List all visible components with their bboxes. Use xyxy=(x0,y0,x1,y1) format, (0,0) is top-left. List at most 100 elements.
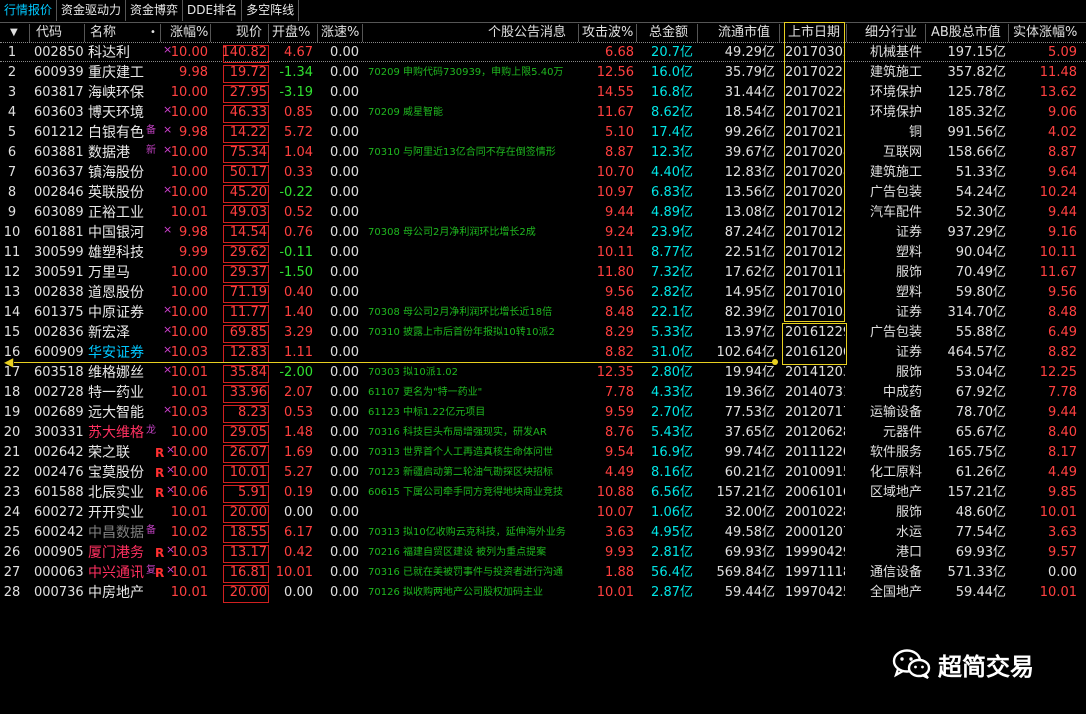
table-row[interactable]: 27 000063 中兴通讯复 R × 10.01 16.81 10.01 0.00 70316 … xyxy=(0,563,1086,583)
table-row[interactable]: 21 002642 荣之联 R × 10.00 26.07 1.69 0.00 70313 世界首… xyxy=(0,443,1086,463)
table-row[interactable]: 22 002476 宝莫股份 R × 10.00 10.01 5.27 0.00 70123 新疆… xyxy=(0,463,1086,483)
attack-wave: 9.44 xyxy=(605,205,634,220)
real-change: 10.01 xyxy=(1039,585,1077,600)
table-row[interactable]: 20 300331 苏大维格龙 10.00 29.05 1.48 0.00 70316 科技巨… xyxy=(0,423,1086,443)
table-row[interactable]: 16 600909 华安证券 × 10.03 12.83 1.11 0.00 8.82 31.0亿… xyxy=(0,343,1086,363)
list-date: 19970425 xyxy=(785,585,845,600)
change-pct: 10.01 xyxy=(170,505,208,520)
header-float-cap[interactable]: 流通市值 xyxy=(718,24,770,42)
table-row[interactable]: 3 603817 海峡环保 10.00 27.95 -3.19 0.00 14.55 16.8亿… xyxy=(0,83,1086,103)
header-change-pct[interactable]: 涨幅% xyxy=(170,24,208,42)
speed-pct: 0.00 xyxy=(330,65,359,80)
header-speed-pct[interactable]: 涨速% xyxy=(321,24,359,42)
table-row[interactable]: 4 603603 博天环境 × 10.00 46.33 0.85 0.00 70209 威星智能… xyxy=(0,103,1086,123)
stock-code: 603603 xyxy=(34,105,84,120)
ab-cap: 55.88亿 xyxy=(955,325,1006,340)
industry: 化工原料 xyxy=(869,465,922,480)
header-news[interactable]: 个股公告消息 xyxy=(488,24,566,42)
industry: 互联网 xyxy=(882,145,922,160)
table-row[interactable]: 24 600272 开开实业 10.01 20.00 0.00 0.00 10.07 1.06亿… xyxy=(0,503,1086,523)
open-pct: 1.69 xyxy=(284,445,313,460)
news-text[interactable] xyxy=(368,203,576,223)
table-row[interactable]: 17 603518 维格娜丝 × 10.01 35.84 -2.00 0.00 70303 拟1… xyxy=(0,363,1086,383)
float-cap: 49.58亿 xyxy=(724,525,775,540)
table-row[interactable]: 19 002689 远大智能 × 10.03 8.23 0.53 0.00 61123 中标1.… xyxy=(0,403,1086,423)
news-text[interactable]: 70126 拟收购两地产公司股权加码主业 xyxy=(368,583,576,603)
header-amount[interactable]: 总金额 xyxy=(649,24,688,42)
table-row[interactable]: 5 601212 白银有色备 × 9.98 14.22 5.72 0.00 5.10 17.4亿 9… xyxy=(0,123,1086,143)
tab-capital-drive[interactable]: 资金驱动力 xyxy=(57,0,127,21)
total-amount: 2.80亿 xyxy=(651,365,693,380)
table-row[interactable]: 15 002836 新宏泽 × 10.00 69.85 3.29 0.00 70310 披露上市… xyxy=(0,323,1086,343)
price: 46.33 xyxy=(229,105,267,120)
table-row[interactable]: 23 601588 北辰实业 R × 10.06 5.91 0.19 0.00 60615 下属公… xyxy=(0,483,1086,503)
sort-down-icon[interactable]: ▼ xyxy=(10,24,18,42)
table-row[interactable]: 11 300599 雄塑科技 9.99 29.62 -0.11 0.00 10.11 8.77亿… xyxy=(0,243,1086,263)
header-code[interactable]: 代码 xyxy=(36,24,62,42)
news-text[interactable] xyxy=(368,503,576,523)
news-text[interactable]: 70209 威星智能 xyxy=(368,103,576,123)
news-text[interactable]: 70310 与阿里近13亿合同不存在倒签情形 xyxy=(368,143,576,163)
row-index: 27 xyxy=(3,565,21,580)
news-text[interactable]: 70313 拟10亿收购云克科技，延伸海外业务 xyxy=(368,523,576,543)
header-ab-cap[interactable]: AB股总市值 xyxy=(931,24,1001,42)
header-name[interactable]: 名称 xyxy=(90,24,116,42)
header-attack-wave[interactable]: 攻击波% xyxy=(582,24,633,42)
news-text[interactable] xyxy=(368,243,576,263)
news-text[interactable]: 70316 已就在美被罚事件与投资者进行沟通 xyxy=(368,563,576,583)
news-text[interactable] xyxy=(368,83,576,103)
table-row[interactable]: 14 601375 中原证券 × 10.00 11.77 1.40 0.00 70308 母公司… xyxy=(0,303,1086,323)
header-open-pct[interactable]: 开盘% xyxy=(272,24,310,42)
news-text[interactable]: 70209 申购代码730939，申购上限5.40万 xyxy=(368,63,576,83)
news-text[interactable]: 70316 科技巨头布局增强现实，研发AR xyxy=(368,423,576,443)
table-row[interactable]: 7 603637 镇海股份 10.00 50.17 0.33 0.00 10.70 4.40亿 1… xyxy=(0,163,1086,183)
table-row[interactable]: 2 600939 重庆建工 9.98 19.72 -1.34 0.00 70209 申购代码7… xyxy=(0,63,1086,83)
news-text[interactable] xyxy=(368,43,576,63)
table-row[interactable]: 8 002846 英联股份 × 10.00 45.20 -0.22 0.00 10.97 6.83… xyxy=(0,183,1086,203)
tab-quotes[interactable]: 行情报价 xyxy=(0,0,58,21)
header-industry[interactable]: 细分行业 xyxy=(865,24,917,42)
table-row[interactable]: 12 300591 万里马 10.00 29.37 -1.50 0.00 11.80 7.32亿… xyxy=(0,263,1086,283)
table-row[interactable]: 10 601881 中国银河 × 9.98 14.54 0.76 0.00 70308 母公司2… xyxy=(0,223,1086,243)
list-date: 20001207 xyxy=(785,525,845,540)
tab-bull-bear[interactable]: 多空阵线 xyxy=(242,0,300,21)
table-row[interactable]: 26 000905 厦门港务 R × 10.03 13.17 0.42 0.00 70216 福建… xyxy=(0,543,1086,563)
news-text[interactable]: 70308 母公司2月净利润环比增长2成 xyxy=(368,223,576,243)
tab-bar: 行情报价 资金驱动力 资金博弈 DDE排名 多空阵线 xyxy=(0,0,1086,23)
attack-wave: 9.93 xyxy=(605,545,634,560)
total-amount: 7.32亿 xyxy=(651,265,693,280)
table-row[interactable]: 6 603881 数据港新 × 10.00 75.34 1.04 0.00 70310 与阿里近… xyxy=(0,143,1086,163)
news-text[interactable] xyxy=(368,263,576,283)
tab-dde-rank[interactable]: DDE排名 xyxy=(183,0,243,21)
news-text[interactable]: 70310 披露上市后首份年报拟10转10派2 xyxy=(368,323,576,343)
table-row[interactable]: 13 002838 道恩股份 10.00 71.19 0.40 0.00 9.56 2.82亿 1… xyxy=(0,283,1086,303)
news-text[interactable]: 61107 更名为"特一药业" xyxy=(368,383,576,403)
price: 45.20 xyxy=(229,185,267,200)
header-real-change[interactable]: 实体涨幅% xyxy=(1013,24,1077,42)
table-row[interactable]: 18 002728 特一药业 10.01 33.96 2.07 0.00 61107 更名为"… xyxy=(0,383,1086,403)
news-text[interactable]: 70313 世界首个人工再造真核生命体问世 xyxy=(368,443,576,463)
news-text[interactable]: 70308 母公司2月净利润环比增长近18倍 xyxy=(368,303,576,323)
stock-name: 华安证券 xyxy=(88,345,144,361)
news-text[interactable]: 60615 下属公司牵手同方竞得地块商业竞技 xyxy=(368,483,576,503)
news-text[interactable] xyxy=(368,283,576,303)
stock-name: 中国银河 xyxy=(88,225,144,241)
header-price[interactable]: 现价 xyxy=(236,24,262,42)
news-text[interactable] xyxy=(368,123,576,143)
tab-capital-game[interactable]: 资金博弈 xyxy=(126,0,184,21)
news-text[interactable] xyxy=(368,163,576,183)
total-amount: 2.82亿 xyxy=(651,285,693,300)
table-row[interactable]: 9 603089 正裕工业 10.01 49.03 0.52 0.00 9.44 4.89亿 13… xyxy=(0,203,1086,223)
list-date: 20140731 xyxy=(785,385,845,400)
news-text[interactable] xyxy=(368,343,576,363)
speed-pct: 0.00 xyxy=(330,485,359,500)
news-text[interactable]: 70216 福建自贸区建设 被列为重点提案 xyxy=(368,543,576,563)
news-text[interactable] xyxy=(368,183,576,203)
table-row[interactable]: 25 600242 中昌数据备 10.02 18.55 6.17 0.00 70313 拟10… xyxy=(0,523,1086,543)
table-row[interactable]: 28 000736 中房地产 10.01 20.00 0.00 0.00 70126 拟收购两… xyxy=(0,583,1086,603)
news-text[interactable]: 61123 中标1.22亿元项目 xyxy=(368,403,576,423)
table-row[interactable]: 1 002850 科达利 × 10.00 140.82 4.67 0.00 6.68 20.7亿 4… xyxy=(0,43,1086,63)
news-text[interactable]: 70303 拟10派1.02 xyxy=(368,363,576,383)
total-amount: 2.70亿 xyxy=(651,405,693,420)
news-text[interactable]: 70123 新疆启动第二轮油气勘探区块招标 xyxy=(368,463,576,483)
